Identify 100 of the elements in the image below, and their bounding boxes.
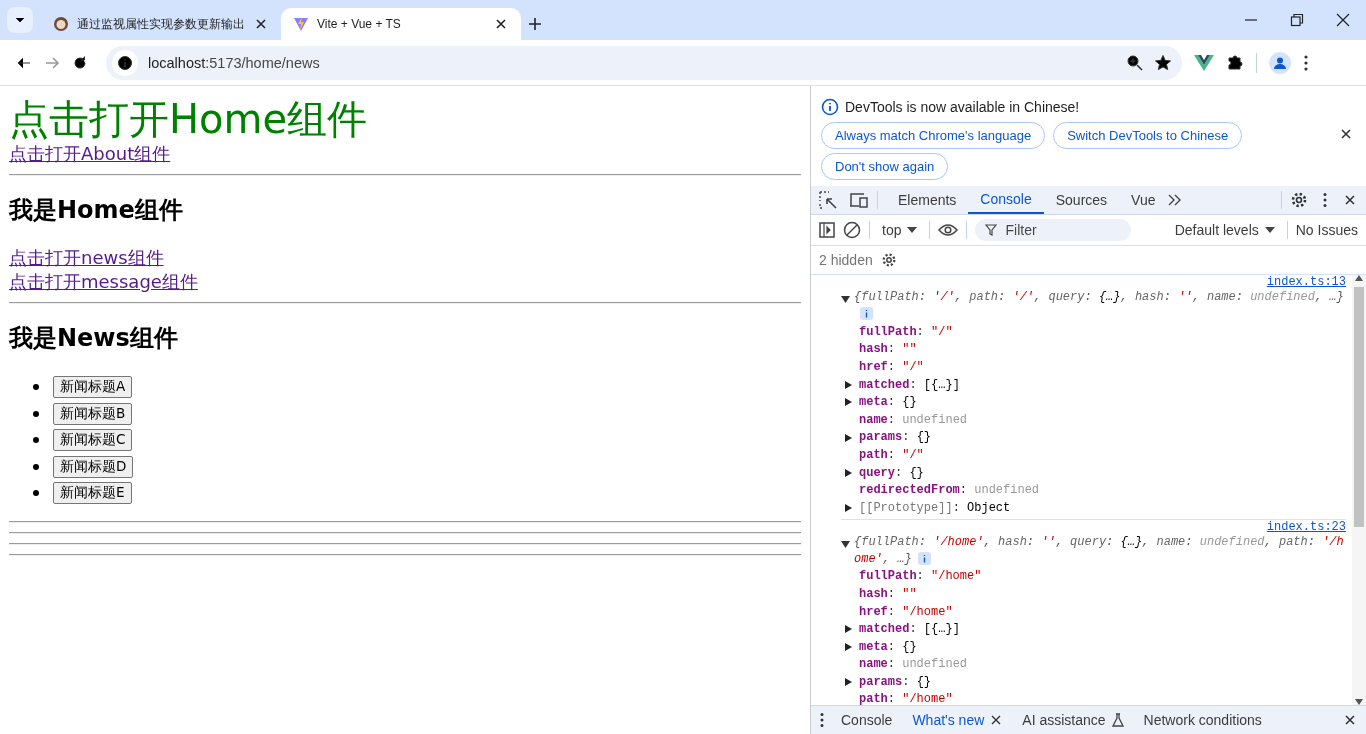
zoom-icon[interactable] xyxy=(1126,53,1144,72)
news-button[interactable]: 新闻标题A xyxy=(53,376,133,399)
person-icon xyxy=(1273,55,1287,70)
devtools-tab[interactable]: Vue xyxy=(1119,186,1168,214)
triangle-down-icon[interactable] xyxy=(841,296,850,304)
drawer-tab[interactable]: Network conditions xyxy=(1133,706,1272,734)
triangle-right-icon[interactable] xyxy=(845,642,852,651)
triangle-right-icon[interactable] xyxy=(845,678,852,687)
news-button[interactable]: 新闻标题E xyxy=(53,482,132,505)
property-line: path: "/" xyxy=(859,447,924,462)
browser-tab[interactable]: Vite + Vue + TS xyxy=(281,8,521,40)
levels-dropdown[interactable]: Default levels xyxy=(1170,222,1279,238)
property-line: href: "/home" xyxy=(859,604,953,619)
property-line: matched: [{…}] xyxy=(859,622,960,637)
device-icon[interactable] xyxy=(849,191,869,209)
restore-icon[interactable] xyxy=(1290,13,1304,27)
devtools-tab[interactable]: Elements xyxy=(886,186,969,214)
eye-icon[interactable] xyxy=(938,223,959,237)
banner-button[interactable]: Always match Chrome's language xyxy=(821,122,1046,149)
filter-icon xyxy=(985,224,998,236)
property-line: redirectedFrom: undefined xyxy=(859,483,1040,498)
home-heading: 我是Home组件 xyxy=(9,195,183,226)
nav-link[interactable]: 点击打开news组件 xyxy=(9,246,164,270)
bullet-icon xyxy=(33,410,39,417)
profile-icon[interactable] xyxy=(1269,51,1291,74)
triangle-right-icon[interactable] xyxy=(845,380,852,389)
property-line: hash: "" xyxy=(859,342,917,357)
flask-icon xyxy=(1111,713,1124,727)
menu-icon[interactable] xyxy=(1303,53,1309,72)
dropdown-icon xyxy=(1264,226,1275,234)
news-heading: 我是News组件 xyxy=(9,323,178,354)
property-line: [[Prototype]]: Object xyxy=(859,500,1011,515)
news-button[interactable]: 新闻标题B xyxy=(53,402,133,425)
hidden-count: 2 hidden xyxy=(819,252,873,268)
drawer-tab[interactable]: Console xyxy=(831,706,903,734)
menu-icon[interactable] xyxy=(819,712,825,728)
property-line: href: "/" xyxy=(859,360,924,374)
bullet-icon xyxy=(33,490,39,497)
tab-search-button[interactable] xyxy=(7,7,33,33)
nav-link[interactable]: 点击打开message组件 xyxy=(9,270,198,294)
settings-icon[interactable] xyxy=(880,252,897,268)
about-link[interactable]: 点击打开About组件 xyxy=(9,142,171,166)
triangle-down-icon[interactable] xyxy=(841,540,850,549)
close-icon[interactable] xyxy=(990,714,1003,726)
issues-status[interactable]: No Issues xyxy=(1295,222,1358,238)
banner-button[interactable]: Switch DevTools to Chinese xyxy=(1053,122,1243,149)
browser-tab[interactable]: 通过监视属性实现参数更新输出 xyxy=(41,8,281,40)
bullet-icon xyxy=(33,384,39,391)
property-line: meta: {} xyxy=(859,395,917,410)
star-icon[interactable] xyxy=(1154,53,1172,72)
home-link[interactable]: 点击打开Home组件 xyxy=(9,96,368,142)
triangle-right-icon[interactable] xyxy=(845,433,852,442)
property-line: matched: [{…}] xyxy=(859,377,960,392)
drawer-tab[interactable]: AI assistance xyxy=(1012,706,1134,734)
dropdown-icon xyxy=(907,226,918,234)
puzzle-icon[interactable] xyxy=(1226,53,1244,72)
settings-icon[interactable] xyxy=(1290,191,1308,209)
property-line: fullPath: "/home" xyxy=(859,569,982,584)
property-line: name: undefined xyxy=(859,412,968,427)
triangle-right-icon[interactable] xyxy=(845,503,852,512)
scrollbar[interactable] xyxy=(1352,275,1366,705)
sidebar-icon[interactable] xyxy=(819,222,835,238)
property-line: query: {} xyxy=(859,465,924,480)
vue-logo-icon[interactable] xyxy=(1194,53,1214,72)
bullet-icon xyxy=(33,463,39,470)
info-icon[interactable] xyxy=(117,54,133,71)
triangle-right-icon[interactable] xyxy=(845,625,852,634)
forward-icon[interactable] xyxy=(44,54,60,71)
devtools-tab[interactable]: Sources xyxy=(1043,186,1120,214)
menu-icon[interactable] xyxy=(1322,192,1328,208)
clear-icon[interactable] xyxy=(843,221,861,239)
close-icon[interactable] xyxy=(1336,13,1350,27)
news-button[interactable]: 新闻标题D xyxy=(53,455,134,478)
devtools-tab[interactable]: Console xyxy=(968,186,1044,214)
source-link[interactable]: index.ts:13 xyxy=(1266,275,1346,289)
info-badge-icon xyxy=(917,551,931,565)
property-line: params: {} xyxy=(859,674,932,689)
object-preview[interactable]: {fullPath: '/home', hash: '', query: {…}, name: undefined, path: '/home', …} xyxy=(854,533,1346,568)
property-line: hash: "" xyxy=(859,586,917,601)
banner-button[interactable]: Don't show again xyxy=(821,153,949,180)
info-badge-icon xyxy=(860,307,873,321)
property-line: path: "/home" xyxy=(859,692,953,705)
address-bar[interactable]: localhost:5173/home/news xyxy=(106,45,1182,80)
source-link[interactable]: index.ts:23 xyxy=(1266,519,1346,534)
property-line: name: undefined xyxy=(859,657,968,672)
avatar-icon xyxy=(53,16,69,32)
triangle-right-icon[interactable] xyxy=(845,468,852,477)
filter-field[interactable]: Filter xyxy=(975,219,1132,241)
drawer-tab[interactable]: What's new xyxy=(902,706,1013,734)
banner-message: DevTools is now available in Chinese! xyxy=(845,99,1080,115)
object-preview[interactable]: {fullPath: '/', path: '/', query: {…}, hash: '', name: undefined, …} xyxy=(854,289,1346,323)
inspect-icon[interactable] xyxy=(819,191,837,209)
vite-logo-icon xyxy=(293,16,309,32)
scroll-up-icon[interactable] xyxy=(1355,275,1363,281)
new-tab-icon[interactable] xyxy=(527,16,543,32)
news-button[interactable]: 新闻标题C xyxy=(53,429,133,452)
context-dropdown[interactable]: top xyxy=(878,222,922,238)
property-line: meta: {} xyxy=(859,639,917,654)
property-line: fullPath: "/" xyxy=(859,324,953,339)
triangle-right-icon[interactable] xyxy=(845,398,852,407)
